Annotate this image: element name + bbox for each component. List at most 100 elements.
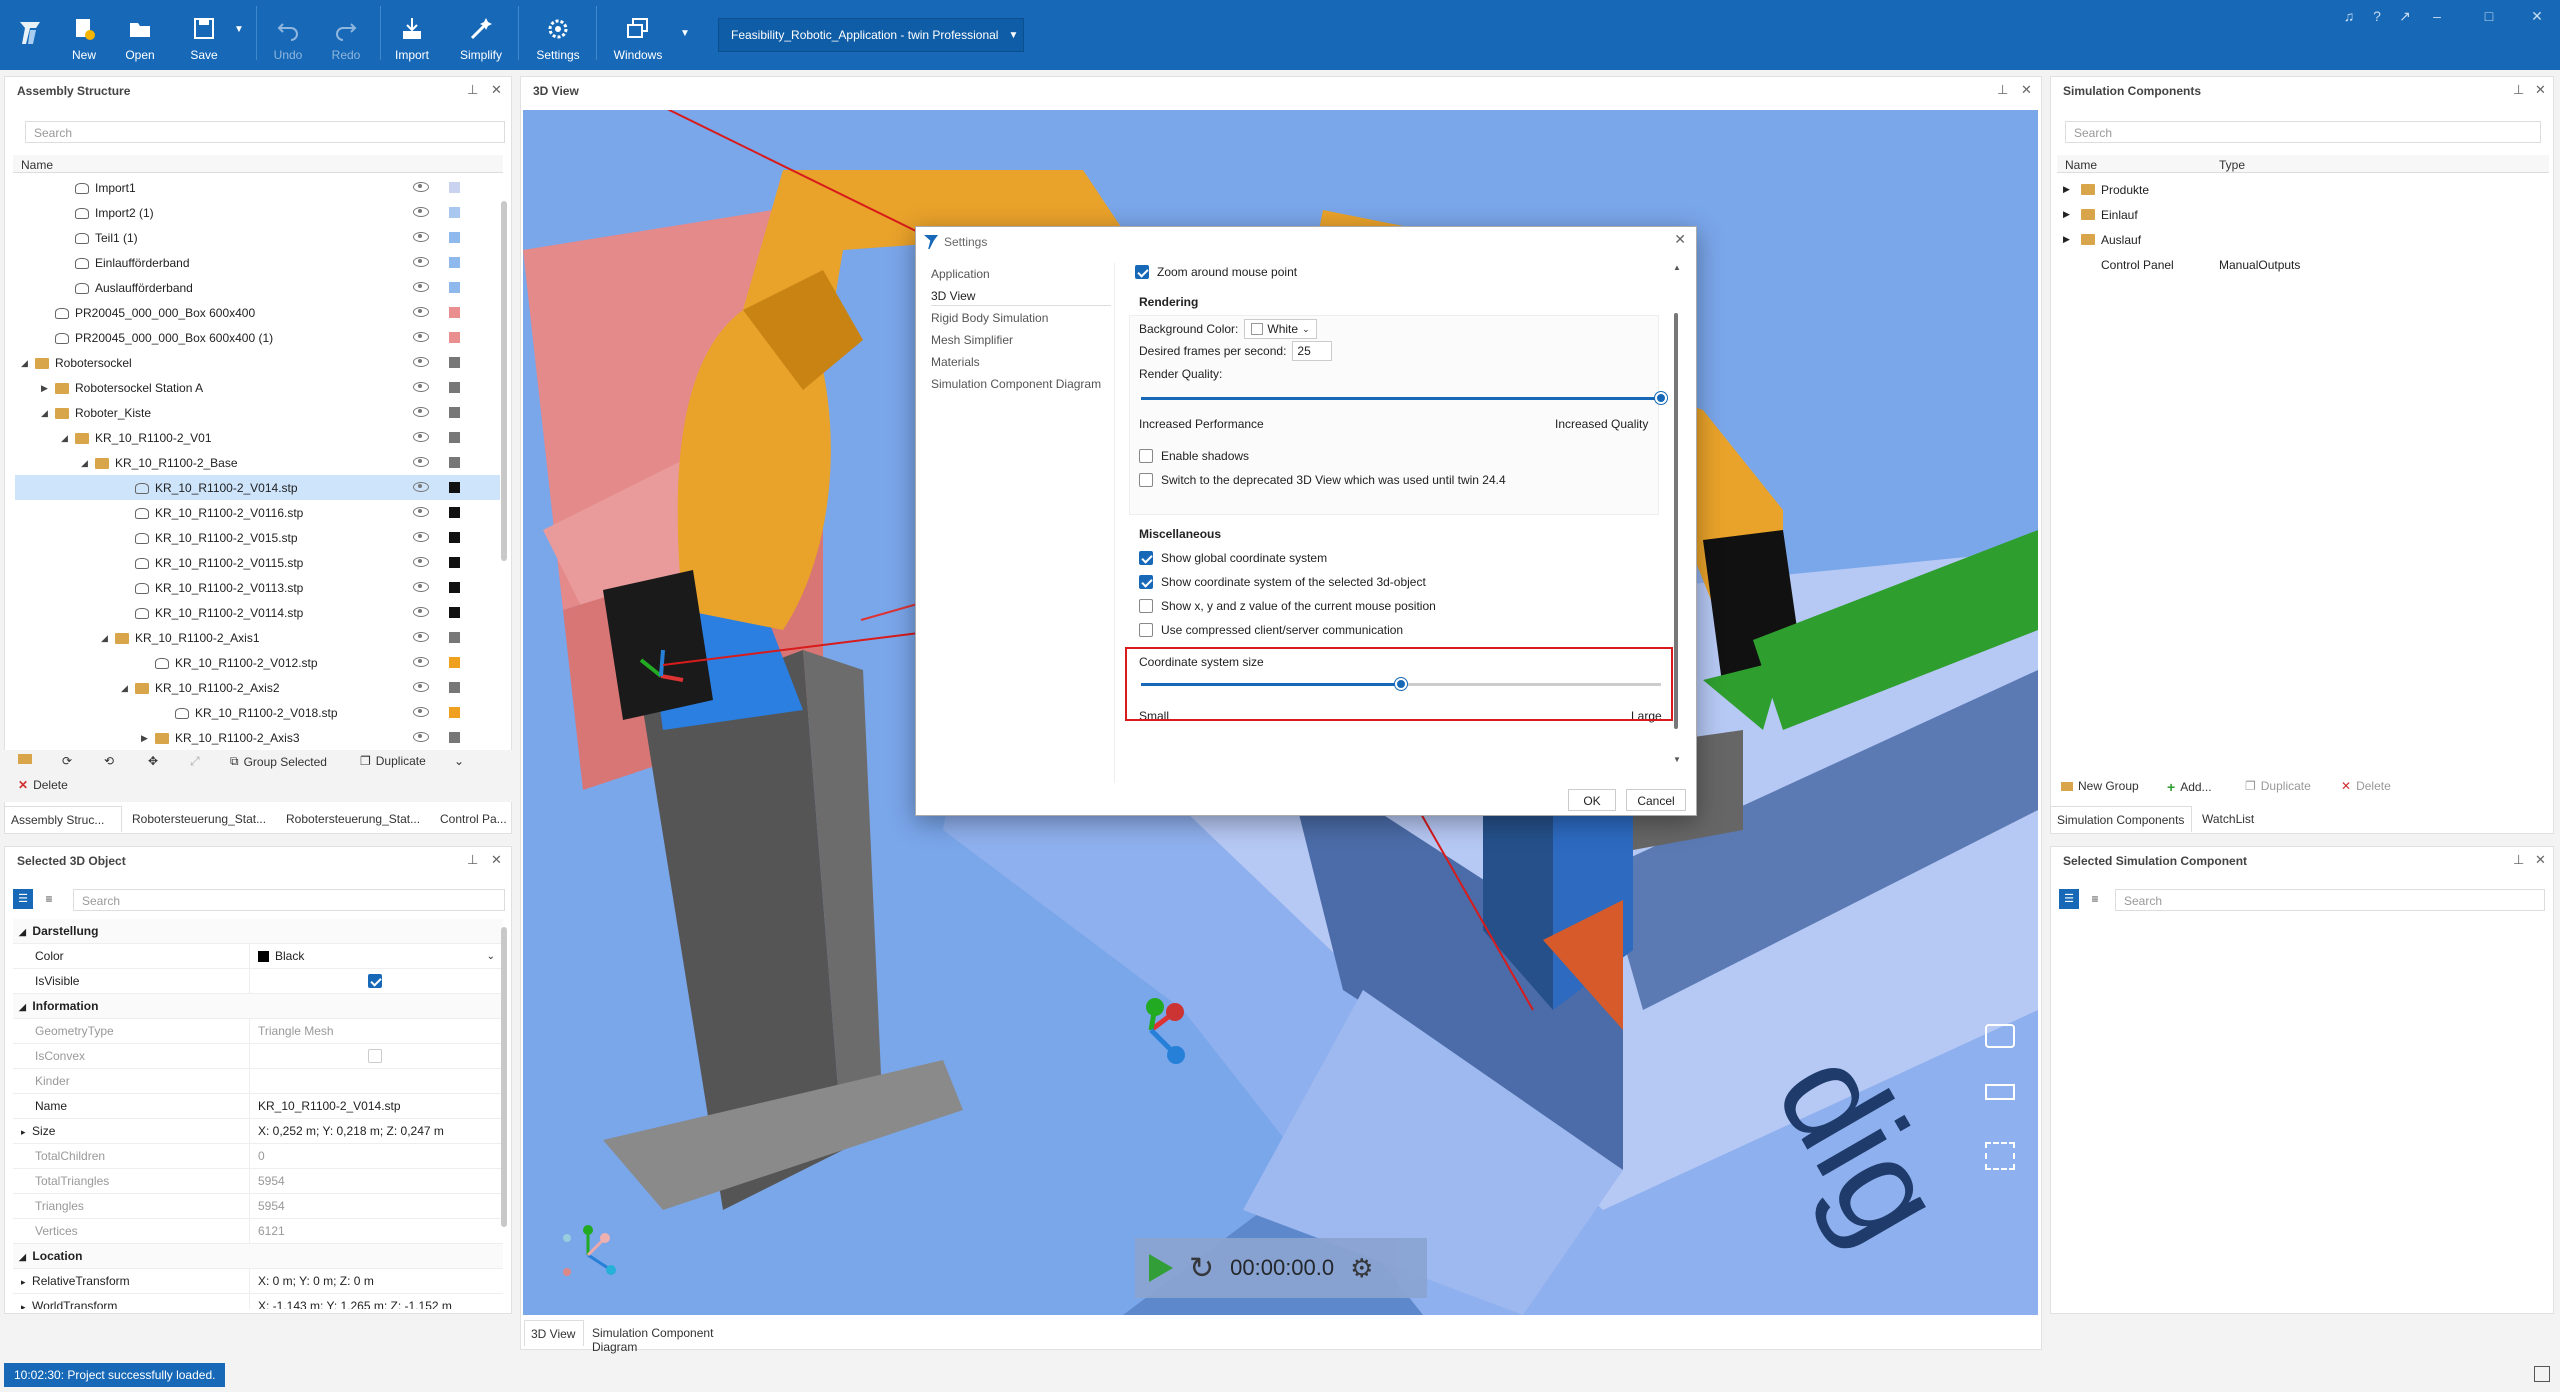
color-swatch[interactable]: [449, 682, 460, 693]
color-swatch[interactable]: [449, 607, 460, 618]
color-swatch[interactable]: [449, 557, 460, 568]
settings-button[interactable]: Settings: [530, 8, 586, 64]
quality-thumb[interactable]: [1655, 392, 1667, 404]
play-icon[interactable]: [1149, 1254, 1173, 1282]
color-swatch[interactable]: [449, 507, 460, 518]
settings-nav-item[interactable]: Rigid Body Simulation: [931, 311, 1048, 325]
expand-arrow-icon[interactable]: ◢: [121, 683, 133, 694]
expand-arrow-icon[interactable]: ▸: [21, 1302, 28, 1309]
expand-arrow-icon[interactable]: ▶: [2063, 209, 2075, 220]
tree-row[interactable]: Auslaufförderband: [15, 275, 500, 300]
compressed-option[interactable]: Use compressed client/server communicati…: [1139, 623, 1403, 637]
visibility-eye-icon[interactable]: [413, 507, 429, 517]
property-value[interactable]: Triangle Mesh: [249, 1019, 497, 1043]
save-dropdown-icon[interactable]: ▼: [234, 24, 244, 35]
deprecated-view-option[interactable]: Switch to the deprecated 3D View which w…: [1139, 473, 1506, 487]
xyz-checkbox[interactable]: [1139, 599, 1153, 613]
more-dropdown-icon[interactable]: ⌄: [454, 754, 464, 768]
help-icon[interactable]: ?: [2368, 8, 2386, 24]
tree-row[interactable]: ▶ KR_10_R1100-2_Axis3: [15, 725, 500, 750]
color-swatch[interactable]: [449, 707, 460, 718]
expand-arrow-icon[interactable]: ◢: [81, 458, 93, 469]
tree-row[interactable]: KR_10_R1100-2_V0113.stp: [15, 575, 500, 600]
visibility-eye-icon[interactable]: [413, 657, 429, 667]
visibility-eye-icon[interactable]: [413, 557, 429, 567]
visibility-eye-icon[interactable]: [413, 732, 429, 742]
color-swatch[interactable]: [449, 182, 460, 193]
expand-arrow-icon[interactable]: ◢: [21, 358, 33, 369]
property-value[interactable]: 0: [249, 1144, 497, 1168]
tree-row[interactable]: ▶ Robotersockel Station A: [15, 375, 500, 400]
tree-row[interactable]: KR_10_R1100-2_V018.stp: [15, 700, 500, 725]
global-cs-option[interactable]: Show global coordinate system: [1139, 551, 1327, 565]
deprecated-checkbox[interactable]: [1139, 473, 1153, 487]
settings-nav-item[interactable]: Simulation Component Diagram: [931, 377, 1101, 391]
color-swatch[interactable]: [449, 732, 460, 743]
panel-tab[interactable]: Robotersteuerung_Stat...: [126, 806, 276, 832]
property-value[interactable]: [249, 969, 497, 993]
settings-scrollbar[interactable]: ▲ ▼: [1673, 263, 1681, 767]
tree-row[interactable]: KR_10_R1100-2_V015.stp: [15, 525, 500, 550]
redo-button[interactable]: Redo: [326, 8, 366, 64]
expand-arrow-icon[interactable]: ▶: [2063, 184, 2075, 195]
shadows-checkbox[interactable]: [1139, 449, 1153, 463]
visibility-eye-icon[interactable]: [413, 207, 429, 217]
color-swatch[interactable]: [449, 332, 460, 343]
tree-row[interactable]: ◢ KR_10_R1100-2_Axis2: [15, 675, 500, 700]
close-icon[interactable]: ✕: [2535, 852, 2546, 868]
chevron-down-icon[interactable]: ⌄: [487, 951, 495, 962]
xyz-option[interactable]: Show x, y and z value of the current mou…: [1139, 599, 1436, 613]
tree-scrollbar[interactable]: [501, 201, 507, 561]
expand-arrow-icon[interactable]: ▶: [2063, 234, 2075, 245]
camera-icon[interactable]: [1985, 1024, 2015, 1048]
add-button[interactable]: + Add...: [2167, 779, 2212, 795]
expand-arrow-icon[interactable]: ◢: [61, 433, 73, 444]
color-swatch[interactable]: [449, 407, 460, 418]
expand-arrow-icon[interactable]: ◢: [41, 408, 53, 419]
bg-color-select[interactable]: White ⌄: [1244, 319, 1317, 339]
settings-nav-item[interactable]: Materials: [931, 355, 980, 369]
selsimcomp-search-input[interactable]: Search: [2115, 889, 2545, 911]
simcomp-row[interactable]: ▶ Produkte: [2057, 177, 2549, 202]
color-swatch[interactable]: [449, 632, 460, 643]
tree-row[interactable]: KR_10_R1100-2_V0115.stp: [15, 550, 500, 575]
property-value[interactable]: [249, 1069, 497, 1093]
expand-arrow-icon[interactable]: ▶: [141, 733, 153, 744]
playback-settings-icon[interactable]: ⚙: [1350, 1253, 1373, 1284]
refresh-icon[interactable]: ⟳: [62, 754, 72, 768]
tree-row[interactable]: Teil1 (1): [15, 225, 500, 250]
color-swatch[interactable]: [449, 457, 460, 468]
collapse-arrow-icon[interactable]: ◢: [19, 1002, 28, 1012]
visibility-eye-icon[interactable]: [413, 307, 429, 317]
simcomp-row[interactable]: Control Panel ManualOutputs: [2057, 252, 2549, 277]
shadows-option[interactable]: Enable shadows: [1139, 449, 1249, 463]
visibility-eye-icon[interactable]: [413, 232, 429, 242]
visibility-eye-icon[interactable]: [413, 357, 429, 367]
view-tab[interactable]: 3D View: [524, 1320, 584, 1346]
duplicate-button[interactable]: ❐ Duplicate: [360, 754, 426, 768]
tree-row[interactable]: KR_10_R1100-2_V0114.stp: [15, 600, 500, 625]
categorized-view-icon[interactable]: ☰: [2059, 889, 2079, 909]
pin-icon[interactable]: ⊥: [467, 852, 478, 868]
property-group[interactable]: ◢ Darstellung: [13, 919, 503, 944]
tree-row[interactable]: KR_10_R1100-2_V0116.stp: [15, 500, 500, 525]
color-swatch[interactable]: [449, 282, 460, 293]
share-icon[interactable]: ↗: [2396, 8, 2414, 24]
collapse-arrow-icon[interactable]: ◢: [19, 1252, 28, 1262]
color-swatch[interactable]: [449, 657, 460, 668]
property-search-input[interactable]: Search: [73, 889, 505, 911]
visibility-eye-icon[interactable]: [413, 382, 429, 392]
visibility-eye-icon[interactable]: [413, 182, 429, 192]
property-value[interactable]: X: 0 m; Y: 0 m; Z: 0 m: [249, 1269, 497, 1293]
dialog-close-icon[interactable]: ✕: [1674, 231, 1686, 248]
visibility-eye-icon[interactable]: [413, 607, 429, 617]
expand-arrow-icon[interactable]: ◢: [101, 633, 113, 644]
assembly-search-input[interactable]: Search: [25, 121, 505, 143]
zoom-mouse-option[interactable]: Zoom around mouse point: [1135, 265, 1297, 279]
property-value[interactable]: 6121: [249, 1219, 497, 1243]
new-button[interactable]: New: [64, 8, 104, 64]
windows-button[interactable]: Windows: [610, 8, 666, 64]
property-value[interactable]: Black ⌄: [249, 944, 497, 968]
cancel-button[interactable]: Cancel: [1626, 789, 1686, 811]
alphabetical-view-icon[interactable]: ≡: [2085, 889, 2105, 909]
